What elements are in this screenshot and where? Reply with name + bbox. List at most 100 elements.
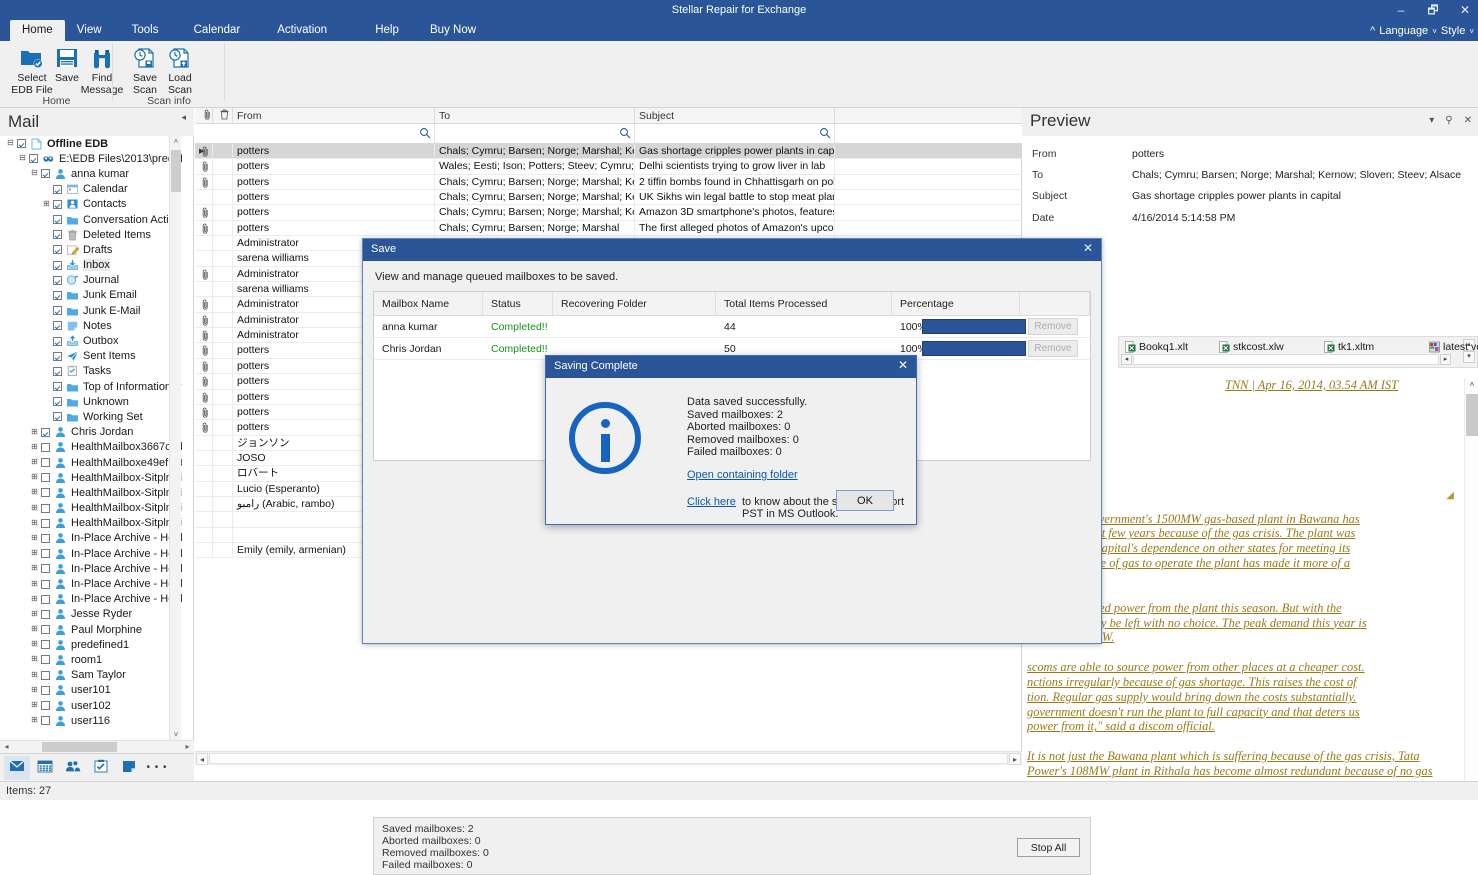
tree-expander-plus-icon[interactable]: ⊞ [30, 609, 39, 619]
search-icon[interactable] [819, 127, 831, 142]
tree-expander-plus-icon[interactable]: ⊞ [30, 701, 39, 710]
tree-item-checkbox[interactable] [41, 670, 50, 680]
tree-item-checkbox[interactable] [53, 306, 62, 316]
tree-item-user116[interactable]: ⊞ user116 [0, 713, 182, 728]
sidebar-collapse-icon[interactable]: ◂ [181, 112, 186, 123]
tree-item-predefined1[interactable]: ⊞ predefined1 [0, 637, 182, 652]
filter-from[interactable] [233, 124, 435, 144]
nav-notes[interactable] [116, 756, 142, 780]
table-row[interactable]: potters Chals; Cymru; Barsen; Norge; Mars… [195, 220, 1022, 237]
tree-expander-plus-icon[interactable]: ⊞ [30, 503, 39, 513]
tree-item-calendar[interactable]: Calendar [0, 182, 182, 197]
close-button[interactable]: ✕ [1458, 0, 1472, 20]
tree-item-checkbox[interactable] [53, 184, 62, 194]
tree-expander-plus-icon[interactable]: ⊞ [30, 473, 39, 482]
table-row[interactable]: potters Chals; Cymru; Barsen; Norge; Mars… [195, 205, 1022, 221]
tree-expander-plus-icon[interactable]: ⊞ [30, 685, 39, 695]
tree-expander-plus-icon[interactable]: ⊞ [30, 716, 39, 725]
attachment-item[interactable]: latest versions browsers [1429, 340, 1478, 354]
tree-item-paul-morphine[interactable]: ⊞ Paul Morphine [0, 622, 182, 637]
load-scan-button[interactable]: Load Scan [156, 44, 204, 96]
tab-tools[interactable]: Tools [120, 20, 171, 41]
attachment-item[interactable]: stkcost.xlw [1219, 340, 1284, 354]
tree-item-anna-kumar[interactable]: ⊟ anna kumar [0, 166, 182, 181]
tree-expander-plus-icon[interactable]: ⊞ [30, 518, 39, 528]
tree-item-drafts[interactable]: Drafts [0, 242, 182, 257]
tree-item-user102[interactable]: ⊞ user102 [0, 698, 182, 713]
tree-expander-plus-icon[interactable]: ⊞ [42, 199, 51, 209]
tree-item-checkbox[interactable] [53, 245, 62, 255]
tree-item-checkbox[interactable] [53, 321, 62, 331]
tree-item-working-set[interactable]: Working Set [0, 409, 182, 424]
tree-item-user101[interactable]: ⊞ user101 [0, 683, 182, 698]
tree-item-checkbox[interactable] [41, 442, 50, 452]
column-header-attach_icon[interactable] [195, 108, 213, 124]
tree-expander-plus-icon[interactable]: ⊞ [30, 594, 39, 604]
click-here-link[interactable]: Click here [687, 496, 736, 508]
tab-help[interactable]: Help [363, 20, 411, 41]
tree-item-checkbox[interactable] [41, 458, 50, 468]
preview-scroll-thumb[interactable] [1466, 394, 1478, 436]
mail-hscroll-track[interactable] [209, 753, 1008, 764]
tree-item-checkbox[interactable] [53, 215, 62, 225]
tree-expander-minus-icon[interactable]: ⊟ [18, 154, 27, 163]
preview-vertical-scrollbar[interactable]: ˄ [1464, 378, 1478, 781]
tree-item-unknown[interactable]: Unknown [0, 394, 182, 409]
column-header-subject[interactable]: Subject [635, 108, 835, 124]
tree-item-checkbox[interactable] [29, 154, 38, 164]
tree-item-checkbox[interactable] [53, 397, 62, 407]
tree-expander-minus-icon[interactable]: ⊟ [30, 169, 39, 178]
language-chevron-icon[interactable]: ˅ [1432, 27, 1437, 36]
attachments-scroll-track[interactable] [1133, 353, 1439, 365]
tree-item-healthmailbox-sitplmail[interactable]: ⊞ HealthMailbox-Sitplmail- [0, 485, 182, 500]
tree-item-jesse-ryder[interactable]: ⊞ Jesse Ryder [0, 607, 182, 622]
tree-expander-plus-icon[interactable]: ⊞ [30, 488, 39, 497]
preview-scroll-up-icon[interactable]: ˄ [1465, 378, 1478, 392]
tree-item-checkbox[interactable] [53, 351, 62, 361]
column-header-from[interactable]: From [233, 108, 435, 124]
table-row[interactable]: potters Chals; Cymru; Barsen; Norge; Mars… [195, 174, 1022, 191]
tree-expander-plus-icon[interactable]: ⊞ [30, 564, 39, 573]
attachment-item[interactable]: Bookq1.xlt [1125, 340, 1188, 354]
tab-view[interactable]: View [65, 20, 114, 41]
tree-item-checkbox[interactable] [41, 640, 50, 650]
tree-hscroll-left-icon[interactable]: ◂ [0, 741, 13, 753]
column-header-to[interactable]: To [435, 108, 635, 124]
nav-mail[interactable] [4, 755, 30, 780]
tree-item-offline-edb[interactable]: ⊟ Offline EDB [0, 136, 182, 151]
tree-item-outbox[interactable]: Outbox [0, 333, 182, 348]
tree-item-chris-jordan[interactable]: ⊞ Chris Jordan [0, 425, 182, 440]
tree-item-checkbox[interactable] [41, 609, 50, 619]
tree-expander-plus-icon[interactable]: ⊞ [30, 640, 39, 649]
search-icon[interactable] [419, 127, 431, 142]
attachments-scrollbar[interactable]: ◂ ▸ [1121, 353, 1451, 365]
remove-button[interactable]: Remove [1028, 340, 1078, 357]
tree-scroll-up-icon[interactable]: ˄ [170, 136, 182, 148]
tree-expander-plus-icon[interactable]: ⊞ [30, 427, 39, 437]
style-chevron-icon[interactable]: ˅ [1469, 27, 1474, 36]
tree-expander-plus-icon[interactable]: ⊞ [30, 533, 39, 543]
tree-expander-plus-icon[interactable]: ⊞ [30, 625, 39, 634]
table-row[interactable]: potters Chals; Cymru; Barsen; Norge; Mars… [195, 190, 1022, 206]
tree-item-checkbox[interactable] [53, 382, 62, 392]
tree-expander-plus-icon[interactable]: ⊞ [30, 549, 39, 558]
attachments-scroll-right-icon[interactable]: ▸ [1440, 353, 1451, 365]
tree-item-contacts[interactable]: ⊞ Contacts [0, 197, 182, 212]
mail-hscroll-left-icon[interactable]: ◂ [196, 752, 208, 765]
attachment-item[interactable]: tk1.xltm [1324, 340, 1374, 354]
tree-item-in-place-archive-healthl[interactable]: ⊞ In-Place Archive - Healthl [0, 531, 182, 546]
tree-item-sam-taylor[interactable]: ⊞ Sam Taylor [0, 668, 182, 683]
tree-item-checkbox[interactable] [41, 473, 50, 483]
tree-item-junk-email[interactable]: Junk Email [0, 288, 182, 303]
mail-list-hscrollbar[interactable]: ◂ ▸ [195, 751, 1022, 765]
tree-item-healthmailboxe49efbc6c1[interactable]: ⊞ HealthMailboxe49efbc6c1 [0, 455, 182, 470]
tree-item-checkbox[interactable] [41, 655, 50, 665]
tree-item-checkbox[interactable] [41, 625, 50, 635]
tree-item-checkbox[interactable] [17, 139, 26, 149]
nav-more[interactable]: • • • [144, 756, 170, 780]
tree-expander-plus-icon[interactable]: ⊞ [30, 670, 39, 680]
tree-item-checkbox[interactable] [41, 716, 50, 726]
tree-hscroll-right-icon[interactable]: ▸ [181, 741, 194, 753]
tab-home[interactable]: Home [10, 20, 65, 41]
tree-item-inbox[interactable]: Inbox [0, 258, 182, 273]
